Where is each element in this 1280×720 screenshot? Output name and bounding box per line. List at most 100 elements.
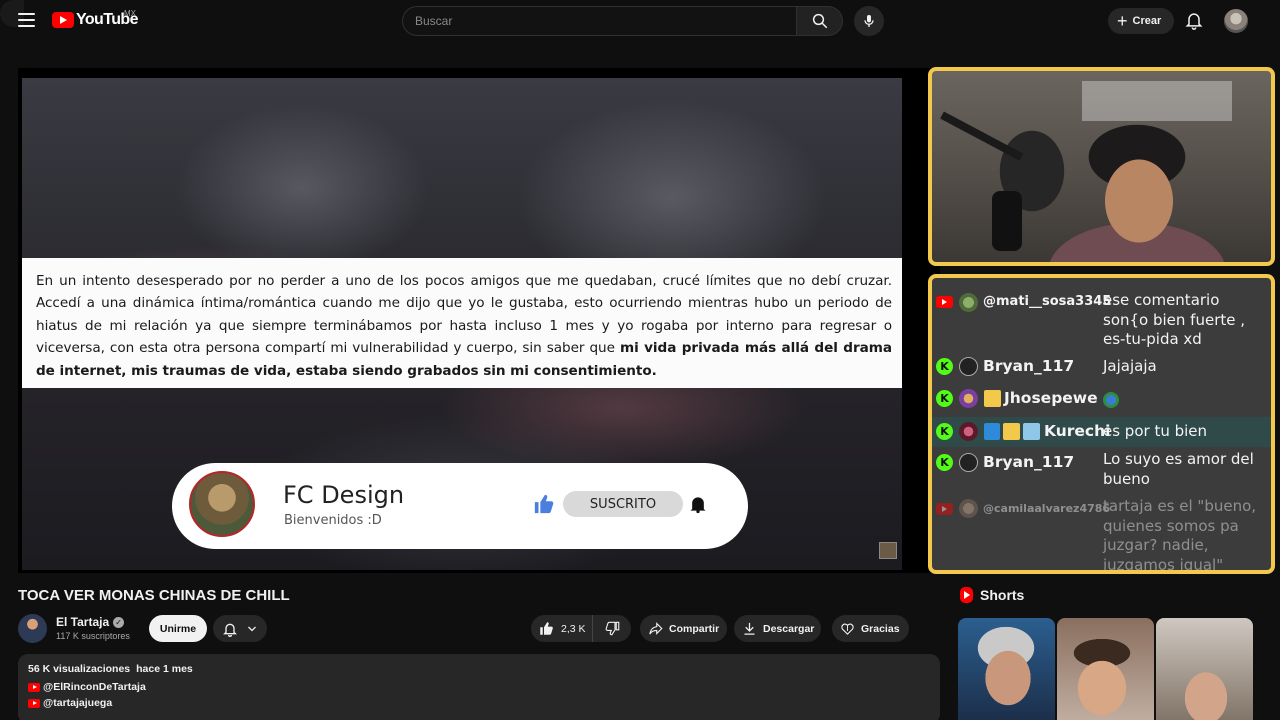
microphone-icon: [864, 15, 874, 27]
chat-username: @mati__sosa3345: [983, 294, 1112, 309]
share-label: Compartir: [669, 622, 720, 635]
background-shelf: [1082, 81, 1232, 121]
video-text-panel: En un intento desesperado por no perder …: [22, 258, 902, 388]
subscriber-count: 117 K suscriptores: [56, 631, 130, 641]
search-icon: [812, 13, 827, 29]
widget-channel-name: FC Design: [283, 481, 405, 509]
chat-avatar: [959, 389, 978, 408]
chat-avatar: [959, 453, 978, 472]
crown-badge-icon: [1003, 423, 1020, 440]
like-button[interactable]: 2,3 K: [531, 615, 593, 642]
chat-message-highlighted: K Kurechi es por tu bien: [932, 417, 1271, 447]
like-count: 2,3 K: [561, 622, 586, 635]
channel-link-text[interactable]: @tartajajuega: [43, 697, 112, 709]
description-box[interactable]: 56 K visualizaciones hace 1 mes @ElRincon…: [18, 654, 940, 720]
download-icon: [744, 622, 755, 635]
short-thumbnail[interactable]: [1156, 618, 1253, 720]
chat-message: K Bryan_117 Lo suyo es amor del bueno: [932, 450, 1271, 494]
search-input[interactable]: [402, 6, 796, 36]
chat-avatar: [959, 357, 978, 376]
shorts-heading: Shorts: [960, 587, 1024, 603]
bell-icon: [1185, 13, 1203, 30]
kick-icon: K: [936, 454, 953, 471]
chat-avatar: [959, 422, 978, 441]
emote-icon: [1103, 392, 1119, 408]
youtube-icon: [936, 503, 953, 515]
channel-avatar[interactable]: [18, 614, 47, 643]
stream-chat-overlay: @mati__sosa3345 ese comentario son{o bie…: [928, 274, 1275, 574]
thanks-label: Gracias: [861, 622, 900, 635]
youtube-icon: [28, 682, 40, 692]
kick-icon: K: [936, 423, 953, 440]
search-button[interactable]: [796, 6, 843, 36]
join-button[interactable]: Unirme: [149, 615, 207, 642]
channel-name-row[interactable]: El Tartaja ✓: [56, 615, 125, 629]
thumbs-up-icon: [534, 494, 554, 514]
download-button[interactable]: Descargar: [734, 615, 821, 642]
youtube-icon: [28, 698, 40, 708]
menu-icon[interactable]: [18, 13, 35, 27]
chat-text: Jajajaja: [1103, 357, 1157, 375]
chat-message: @camilaalvarez4786 tartaja es el "bueno,…: [932, 495, 1271, 574]
description-channel-link[interactable]: @ElRinconDeTartaja: [28, 681, 930, 693]
widget-tagline: Bienvenidos :D: [284, 513, 382, 528]
chat-username: Kurechi: [1044, 422, 1111, 440]
chat-username: Jhosepewe: [1004, 389, 1098, 407]
bell-icon: [690, 497, 706, 514]
subscribe-widget: FC Design Bienvenidos :D SUSCRITO: [172, 463, 748, 549]
dislike-button[interactable]: [593, 615, 631, 642]
sword-badge-icon: [984, 423, 1000, 440]
chevron-down-icon: [248, 626, 256, 631]
chat-username: Bryan_117: [983, 357, 1075, 375]
thanks-button[interactable]: Gracias: [832, 615, 909, 642]
chat-text: ese comentario son{o bien fuerte , es-tu…: [1103, 291, 1246, 348]
chat-username: @camilaalvarez4786: [983, 502, 1111, 515]
chat-message: K Bryan_117 Jajajaja: [932, 354, 1271, 382]
country-code: MX: [124, 9, 136, 18]
voice-search-button[interactable]: [854, 6, 884, 36]
channel-link-text[interactable]: @ElRinconDeTartaja: [43, 681, 146, 693]
create-label: Crear: [1132, 15, 1162, 27]
short-thumbnail[interactable]: [958, 618, 1055, 720]
chat-text: es por tu bien: [1103, 422, 1208, 440]
chat-text: Lo suyo es amor del bueno: [1103, 450, 1254, 488]
masthead: YouTube MX + Crear: [0, 0, 1280, 42]
webcam-overlay: [928, 67, 1275, 266]
microphone: [992, 191, 1022, 251]
sub-badge-icon: [1023, 423, 1040, 440]
kick-icon: K: [936, 358, 953, 375]
shorts-icon: [960, 587, 973, 603]
short-thumbnail[interactable]: [1057, 618, 1154, 720]
share-button[interactable]: Compartir: [640, 615, 727, 642]
channel-name[interactable]: El Tartaja: [56, 615, 109, 629]
youtube-play-icon: [52, 12, 74, 28]
thumbs-up-icon: [540, 622, 553, 635]
verified-check-icon: ✓: [113, 616, 125, 628]
description-channel-link[interactable]: @tartajajuega: [28, 697, 930, 709]
chat-message: @mati__sosa3345 ese comentario son{o bie…: [932, 289, 1271, 351]
microphone-arm: [940, 111, 1024, 161]
like-dislike-group: 2,3 K: [531, 615, 631, 642]
plus-icon: +: [1117, 11, 1128, 31]
search-bar: [402, 6, 843, 36]
chat-message: K Jhosepewe: [932, 386, 1271, 414]
chat-text: tartaja es el "bueno, quienes somos pa j…: [1103, 497, 1257, 574]
video-title: TOCA VER MONAS CHINAS DE CHILL: [18, 587, 290, 604]
account-avatar[interactable]: [1224, 9, 1248, 33]
video-overlay-text: En un intento desesperado por no perder …: [36, 273, 892, 379]
thumbs-down-icon: [605, 621, 619, 636]
crown-badge-icon: [984, 390, 1001, 407]
bell-icon: [223, 623, 237, 637]
video-player[interactable]: En un intento desesperado por no perder …: [18, 68, 940, 573]
widget-subscribed-button: SUSCRITO: [563, 491, 683, 517]
youtube-icon: [936, 296, 953, 308]
shorts-title: Shorts: [980, 587, 1025, 603]
chat-username: Bryan_117: [983, 453, 1075, 471]
subscription-bell-button[interactable]: [213, 615, 267, 642]
widget-avatar: [189, 471, 255, 537]
create-button[interactable]: + Crear: [1108, 8, 1174, 34]
share-icon: [649, 622, 663, 635]
chat-avatar: [959, 499, 978, 518]
channel-watermark[interactable]: [879, 542, 897, 559]
notifications-button[interactable]: [1184, 10, 1204, 30]
